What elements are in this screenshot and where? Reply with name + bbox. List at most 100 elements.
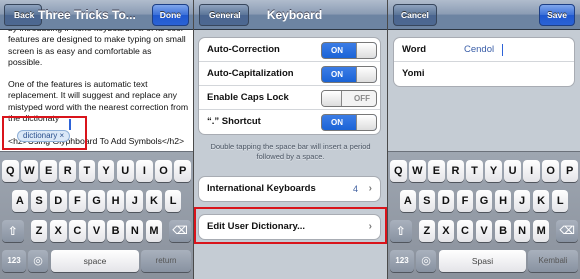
key-d[interactable]: D (49, 190, 67, 212)
done-button[interactable]: Done (151, 4, 189, 26)
auto-correction-switch[interactable]: ON (321, 42, 377, 59)
key-g[interactable]: G (475, 190, 493, 212)
save-button[interactable]: Save (539, 4, 575, 26)
key-l[interactable]: L (164, 190, 182, 212)
key-q[interactable]: Q (390, 160, 407, 182)
key-m[interactable]: M (532, 220, 550, 242)
add-word-panel: Cancel Save Word Cendol Yomi QWERTYUIOP A… (388, 0, 580, 279)
yomi-label: Yomi (402, 68, 425, 79)
back-button[interactable]: Back (4, 4, 43, 26)
numbers-key[interactable]: 123 (390, 250, 414, 272)
keyboard-count: 4 (352, 184, 358, 194)
yomi-field[interactable]: Yomi (394, 62, 574, 86)
setting-label: Auto-Correction (207, 44, 280, 55)
page-title: Keyboard (266, 8, 323, 22)
intl-keyboards-label: International Keyboards (207, 183, 316, 194)
backspace-icon[interactable]: ⌫ (169, 220, 191, 242)
key-f[interactable]: F (69, 190, 86, 212)
numbers-key[interactable]: 123 (2, 250, 26, 272)
key-y[interactable]: Y (97, 160, 115, 182)
caps-lock-switch[interactable]: OFF (321, 90, 377, 107)
return-key[interactable]: return (141, 250, 191, 272)
key-s[interactable]: S (30, 190, 48, 212)
key-e[interactable]: E (428, 160, 445, 182)
key-g[interactable]: G (88, 190, 105, 212)
article-editor-panel: by introducing iPhone keyboard. All of i… (0, 0, 193, 279)
key-b[interactable]: B (494, 220, 512, 242)
shift-icon[interactable]: ⇧ (2, 220, 24, 242)
key-j[interactable]: J (513, 190, 531, 212)
shift-icon[interactable]: ⇧ (390, 220, 412, 242)
nav-bar: Back Three Tricks To... Done (0, 0, 193, 30)
key-l[interactable]: L (551, 190, 569, 212)
key-o[interactable]: O (542, 160, 559, 182)
key-h[interactable]: H (107, 190, 124, 212)
key-t[interactable]: T (78, 160, 96, 182)
toggle-group: Auto-Correction ON Auto-Capitalization O… (198, 37, 381, 135)
key-q[interactable]: Q (2, 160, 19, 182)
highlight-box (194, 207, 387, 244)
key-i[interactable]: I (523, 160, 540, 182)
key-z[interactable]: Z (418, 220, 436, 242)
backspace-icon[interactable]: ⌫ (556, 220, 578, 242)
key-x[interactable]: X (49, 220, 67, 242)
page-title: Three Tricks To... (38, 8, 136, 22)
key-k[interactable]: K (145, 190, 163, 212)
period-shortcut-switch[interactable]: ON (321, 114, 377, 131)
key-m[interactable]: M (145, 220, 163, 242)
key-x[interactable]: X (437, 220, 455, 242)
word-field[interactable]: Word Cendol (394, 38, 574, 62)
key-r[interactable]: R (447, 160, 464, 182)
text-cursor (502, 44, 503, 56)
key-h[interactable]: H (494, 190, 512, 212)
key-y[interactable]: Y (485, 160, 502, 182)
key-i[interactable]: I (136, 160, 153, 182)
keyboard: Q W E R T Y U I O P A S D F G H J K L Z X C V B N M ⇧ ⌫ 123 ◎ Spasi Kem… (388, 151, 580, 279)
key-p[interactable]: P (174, 160, 191, 182)
key-v[interactable]: V (475, 220, 493, 242)
setting-label: Enable Caps Lock (207, 92, 289, 103)
key-u[interactable]: U (504, 160, 521, 182)
globe-icon[interactable]: ◎ (28, 250, 48, 272)
key-b[interactable]: B (107, 220, 124, 242)
keyboard-settings-panel: General Keyboard Auto-Correction ON Auto… (194, 0, 387, 279)
intl-keyboards-row[interactable]: International Keyboards 4 › (198, 176, 381, 202)
setting-row-period-shortcut: “.” Shortcut ON (199, 110, 380, 134)
nav-bar: Cancel Save (388, 0, 580, 30)
key-t[interactable]: T (466, 160, 483, 182)
key-a[interactable]: A (399, 190, 417, 212)
key-d[interactable]: D (437, 190, 455, 212)
key-e[interactable]: E (40, 160, 57, 182)
key-a[interactable]: A (11, 190, 29, 212)
key-c[interactable]: C (456, 220, 474, 242)
setting-label: Auto-Capitalization (207, 68, 294, 79)
key-u[interactable]: U (116, 160, 134, 182)
key-f[interactable]: F (456, 190, 474, 212)
word-label: Word (402, 44, 427, 55)
word-input[interactable]: Cendol (464, 38, 494, 62)
word-form: Word Cendol Yomi (393, 37, 575, 87)
key-s[interactable]: S (418, 190, 436, 212)
key-r[interactable]: R (59, 160, 77, 182)
key-o[interactable]: O (155, 160, 172, 182)
key-v[interactable]: V (88, 220, 105, 242)
key-n[interactable]: N (513, 220, 531, 242)
key-c[interactable]: C (69, 220, 86, 242)
space-key[interactable]: Spasi (439, 250, 526, 272)
key-w[interactable]: W (409, 160, 426, 182)
setting-row-auto-correction: Auto-Correction ON (199, 38, 380, 62)
key-k[interactable]: K (532, 190, 550, 212)
key-p[interactable]: P (561, 160, 578, 182)
space-key[interactable]: space (51, 250, 139, 272)
globe-icon[interactable]: ◎ (416, 250, 436, 272)
setting-row-caps-lock: Enable Caps Lock OFF (199, 86, 380, 110)
key-z[interactable]: Z (30, 220, 48, 242)
nav-bar: General Keyboard (194, 0, 387, 30)
setting-row-auto-capitalization: Auto-Capitalization ON (199, 62, 380, 86)
key-w[interactable]: W (21, 160, 38, 182)
cancel-button[interactable]: Cancel (393, 4, 437, 26)
key-n[interactable]: N (126, 220, 144, 242)
auto-capitalization-switch[interactable]: ON (321, 66, 377, 83)
return-key[interactable]: Kembali (528, 250, 578, 272)
key-j[interactable]: J (126, 190, 144, 212)
